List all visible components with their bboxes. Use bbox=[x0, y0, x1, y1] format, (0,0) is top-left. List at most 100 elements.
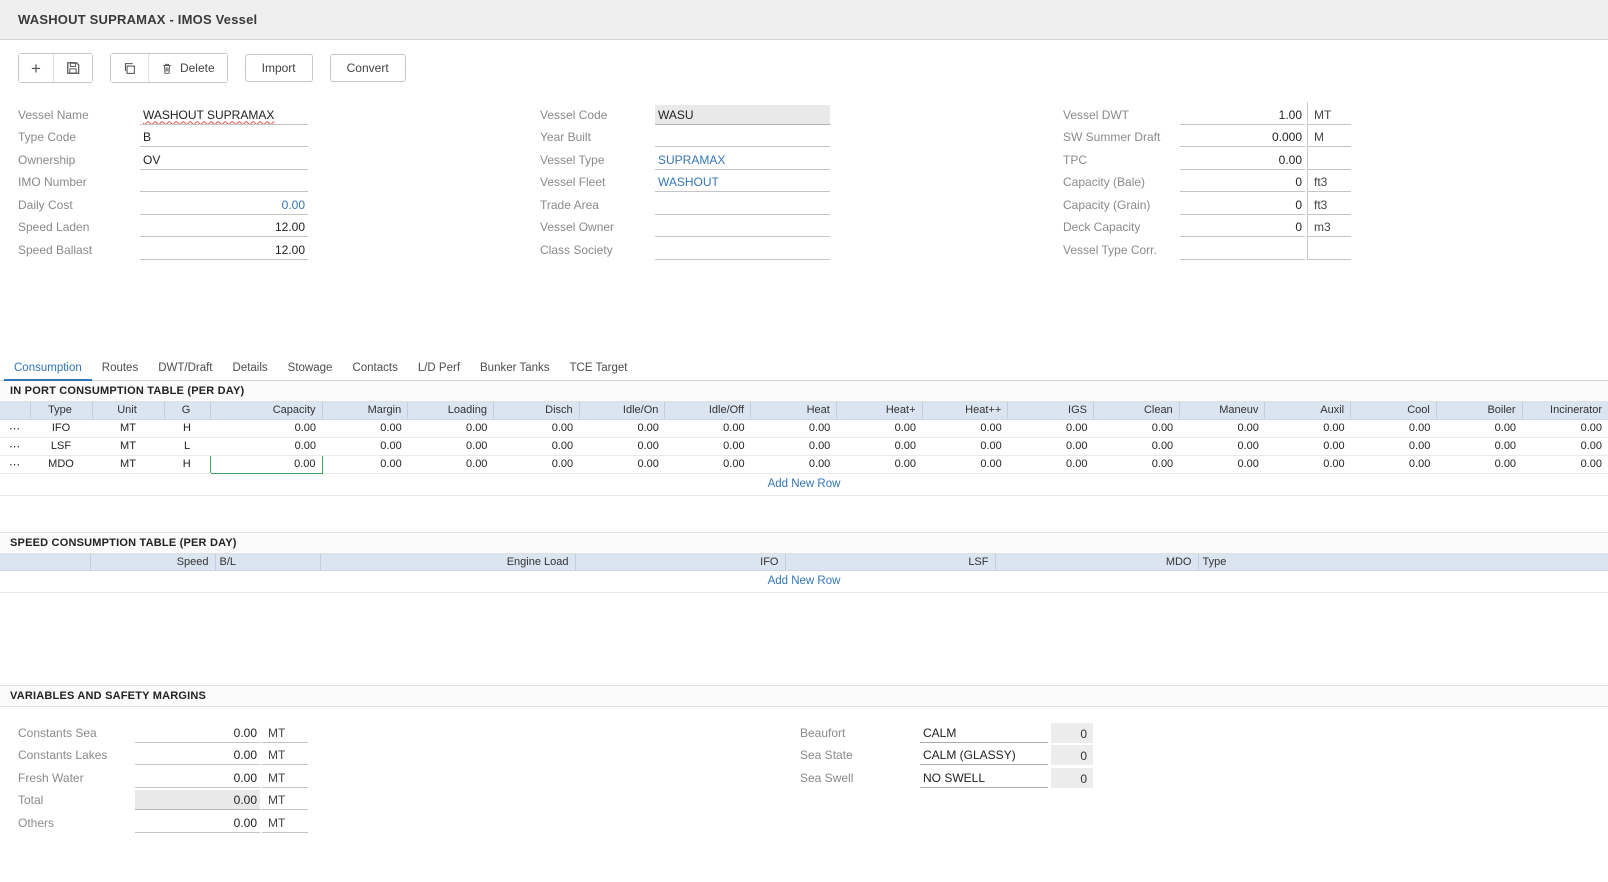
cell[interactable]: 0.00 bbox=[210, 437, 322, 455]
cell[interactable]: MT bbox=[92, 437, 164, 455]
cell[interactable]: 0.00 bbox=[1351, 455, 1437, 473]
ownership-input[interactable]: OV bbox=[140, 150, 308, 170]
cell[interactable]: 0.00 bbox=[210, 455, 322, 473]
trade-area-input[interactable] bbox=[655, 195, 830, 215]
column-header-auxil[interactable]: Auxil bbox=[1265, 402, 1351, 419]
column-header-type[interactable]: Type bbox=[30, 402, 92, 419]
vessel-dwt-input[interactable]: 1.00 bbox=[1180, 105, 1305, 125]
cell[interactable]: H bbox=[164, 419, 210, 437]
cell[interactable]: 0.00 bbox=[665, 419, 751, 437]
cell[interactable]: 0.00 bbox=[1522, 419, 1608, 437]
column-header-clean[interactable]: Clean bbox=[1093, 402, 1179, 419]
cell[interactable]: 0.00 bbox=[751, 437, 837, 455]
delete-button[interactable]: Delete bbox=[148, 54, 227, 82]
cell[interactable]: 0.00 bbox=[1436, 419, 1522, 437]
speed-ballast-input[interactable]: 12.00 bbox=[140, 240, 308, 260]
sea-swell-select[interactable]: NO SWELL bbox=[920, 768, 1048, 788]
row-menu-icon[interactable]: ⋯ bbox=[0, 437, 30, 455]
cell[interactable]: MT bbox=[92, 419, 164, 437]
cell[interactable]: 0.00 bbox=[493, 455, 579, 473]
cell[interactable]: H bbox=[164, 455, 210, 473]
column-header-capacity[interactable]: Capacity bbox=[210, 402, 322, 419]
cell[interactable]: MDO bbox=[30, 455, 92, 473]
new-button[interactable]: + bbox=[19, 54, 53, 82]
daily-cost-input[interactable]: 0.00 bbox=[140, 195, 308, 215]
constants-sea-input[interactable]: 0.00 bbox=[135, 723, 260, 743]
cell[interactable]: 0.00 bbox=[408, 419, 494, 437]
column-header-incinerator[interactable]: Incinerator bbox=[1522, 402, 1608, 419]
add-new-row-link[interactable]: Add New Row bbox=[0, 474, 1608, 496]
vessel-type-input[interactable]: SUPRAMAX bbox=[655, 150, 830, 170]
vessel-owner-input[interactable] bbox=[655, 217, 830, 237]
constants-lakes-input[interactable]: 0.00 bbox=[135, 745, 260, 765]
cell[interactable]: 0.00 bbox=[1351, 419, 1437, 437]
tab-consumption[interactable]: Consumption bbox=[4, 358, 92, 381]
column-header-g[interactable]: G bbox=[164, 402, 210, 419]
vessel-name-input[interactable]: WASHOUT SUPRAMAX bbox=[140, 105, 308, 125]
cell[interactable]: 0.00 bbox=[1522, 437, 1608, 455]
tab-tce-target[interactable]: TCE Target bbox=[559, 358, 637, 381]
imo-number-input[interactable] bbox=[140, 172, 308, 192]
cell[interactable]: LSF bbox=[30, 437, 92, 455]
cell[interactable]: 0.00 bbox=[579, 437, 665, 455]
cell[interactable]: 0.00 bbox=[493, 437, 579, 455]
tab-stowage[interactable]: Stowage bbox=[278, 358, 343, 381]
cell[interactable]: 0.00 bbox=[1265, 419, 1351, 437]
row-menu-icon[interactable]: ⋯ bbox=[0, 419, 30, 437]
tab-l-d-perf[interactable]: L/D Perf bbox=[408, 358, 470, 381]
cell[interactable]: 0.00 bbox=[1436, 437, 1522, 455]
cell[interactable]: 0.00 bbox=[210, 419, 322, 437]
convert-button[interactable]: Convert bbox=[330, 54, 406, 82]
tab-details[interactable]: Details bbox=[223, 358, 278, 381]
tab-contacts[interactable]: Contacts bbox=[342, 358, 407, 381]
others-input[interactable]: 0.00 bbox=[135, 813, 260, 833]
tab-dwt-draft[interactable]: DWT/Draft bbox=[148, 358, 222, 381]
cell[interactable]: 0.00 bbox=[1351, 437, 1437, 455]
column-header-heat[interactable]: Heat++ bbox=[922, 402, 1008, 419]
tab-bunker-tanks[interactable]: Bunker Tanks bbox=[470, 358, 559, 381]
column-header-boiler[interactable]: Boiler bbox=[1436, 402, 1522, 419]
column-header-lsf[interactable]: LSF bbox=[785, 554, 995, 571]
tab-routes[interactable]: Routes bbox=[92, 358, 148, 381]
column-header-igs[interactable]: IGS bbox=[1008, 402, 1094, 419]
cell[interactable]: IFO bbox=[30, 419, 92, 437]
column-header-disch[interactable]: Disch bbox=[493, 402, 579, 419]
cell[interactable]: L bbox=[164, 437, 210, 455]
cell[interactable]: 0.00 bbox=[408, 437, 494, 455]
column-header-engine-load[interactable]: Engine Load bbox=[320, 554, 575, 571]
cell[interactable]: 0.00 bbox=[665, 437, 751, 455]
cell[interactable]: 0.00 bbox=[408, 455, 494, 473]
column-header-margin[interactable]: Margin bbox=[322, 402, 408, 419]
cell[interactable]: 0.00 bbox=[1093, 437, 1179, 455]
column-header-b-l[interactable]: B/L bbox=[215, 554, 320, 571]
column-header-type[interactable]: Type bbox=[1198, 554, 1608, 571]
column-header-idle-off[interactable]: Idle/Off bbox=[665, 402, 751, 419]
column-header-heat[interactable]: Heat bbox=[751, 402, 837, 419]
cell[interactable]: 0.00 bbox=[579, 455, 665, 473]
capacity-grain-input[interactable]: 0 bbox=[1180, 195, 1305, 215]
cell[interactable]: 0.00 bbox=[1179, 437, 1265, 455]
cell[interactable]: 0.00 bbox=[1008, 437, 1094, 455]
vessel-type-corr-input[interactable] bbox=[1180, 240, 1305, 260]
cell[interactable]: 0.00 bbox=[1179, 419, 1265, 437]
sea-state-select[interactable]: CALM (GLASSY) bbox=[920, 745, 1048, 765]
cell[interactable]: 0.00 bbox=[1093, 419, 1179, 437]
column-header-heat[interactable]: Heat+ bbox=[836, 402, 922, 419]
cell[interactable]: MT bbox=[92, 455, 164, 473]
row-menu-icon[interactable]: ⋯ bbox=[0, 455, 30, 473]
vessel-fleet-input[interactable]: WASHOUT bbox=[655, 172, 830, 192]
cell[interactable]: 0.00 bbox=[1265, 455, 1351, 473]
column-header-mdo[interactable]: MDO bbox=[995, 554, 1198, 571]
cell[interactable]: 0.00 bbox=[579, 419, 665, 437]
cell[interactable]: 0.00 bbox=[836, 419, 922, 437]
column-header-idle-on[interactable]: Idle/On bbox=[579, 402, 665, 419]
column-header-speed[interactable]: Speed bbox=[90, 554, 215, 571]
cell[interactable]: 0.00 bbox=[1093, 455, 1179, 473]
cell[interactable]: 0.00 bbox=[1436, 455, 1522, 473]
column-header-cool[interactable]: Cool bbox=[1351, 402, 1437, 419]
cell[interactable]: 0.00 bbox=[922, 437, 1008, 455]
row-menu-column-header[interactable] bbox=[0, 402, 30, 419]
beaufort-select[interactable]: CALM bbox=[920, 723, 1048, 743]
cell[interactable]: 0.00 bbox=[1008, 455, 1094, 473]
cell[interactable]: 0.00 bbox=[1179, 455, 1265, 473]
